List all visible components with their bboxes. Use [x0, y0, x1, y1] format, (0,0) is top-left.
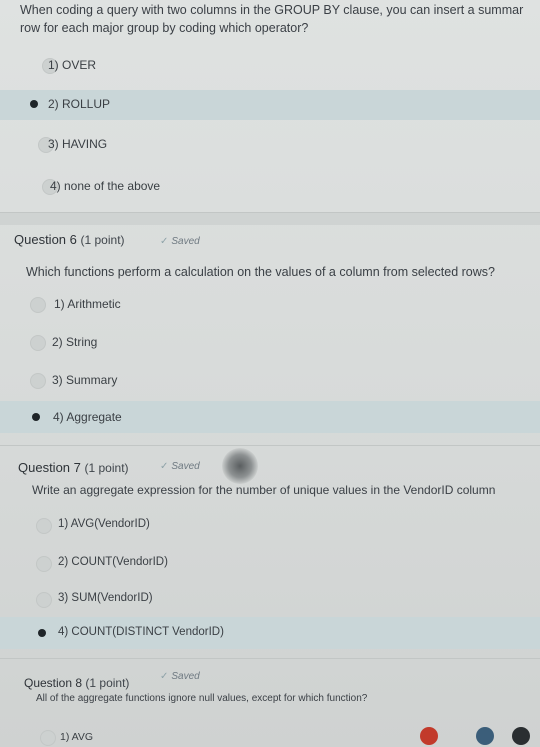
radio-unselected-icon[interactable] [36, 592, 52, 608]
q5-question-line1: When coding a query with two columns in … [20, 3, 524, 17]
option-label: 1) Arithmetic [54, 297, 121, 311]
radio-unselected-icon[interactable] [36, 556, 52, 572]
question-divider [0, 445, 540, 446]
q6-option-4[interactable]: 4) Aggregate [0, 401, 540, 433]
q7-option-4[interactable]: 4) COUNT(DISTINCT VendorID) [0, 617, 540, 649]
q7-points: (1 point) [84, 461, 129, 475]
q7-question: Write an aggregate expression for the nu… [32, 483, 496, 497]
option-label: 1) AVG [60, 731, 94, 743]
q6-option-3[interactable]: 3) Summary [0, 367, 540, 395]
option-label: 3) Summary [52, 373, 118, 387]
question-separator [0, 213, 540, 225]
q7-title: Question 7 [18, 460, 81, 475]
q8-saved-status: ✓ Saved [160, 671, 200, 682]
q7-option-2[interactable]: 2) COUNT(VendorID) [0, 550, 540, 578]
q8-question: All of the aggregate functions ignore nu… [36, 693, 368, 704]
option-label: 2) String [52, 335, 98, 349]
radio-unselected-icon[interactable] [30, 335, 46, 351]
option-label: 4) Aggregate [53, 410, 122, 424]
q7-option-1[interactable]: 1) AVG(VendorID) [0, 512, 540, 540]
system-tray [380, 725, 540, 747]
radio-unselected-icon[interactable] [36, 518, 52, 534]
checkmark-icon: ✓ [160, 671, 169, 682]
checkmark-icon: ✓ [160, 236, 169, 247]
q6-title: Question 6 [14, 232, 77, 247]
q6-points: (1 point) [80, 233, 125, 247]
q5-option-3[interactable]: 3) HAVING [0, 131, 540, 159]
q5-option-4[interactable]: 4) none of the above [0, 173, 540, 201]
app-icon[interactable] [512, 727, 530, 745]
q8-points: (1 point) [85, 676, 130, 690]
option-label: 2) ROLLUP [48, 97, 111, 111]
option-label: 1) OVER [48, 58, 97, 72]
radio-unselected-icon[interactable] [40, 730, 56, 746]
saved-label: Saved [171, 461, 200, 472]
q6-heading: Question 6 (1 point) [14, 232, 125, 247]
q6-option-2[interactable]: 2) String [0, 329, 540, 357]
app-icon[interactable] [476, 727, 494, 745]
q6-saved-status: ✓ Saved [160, 236, 200, 247]
q6-option-1[interactable]: 1) Arithmetic [0, 291, 540, 319]
radio-selected-icon[interactable] [32, 413, 40, 421]
option-label: 2) COUNT(VendorID) [58, 556, 168, 568]
option-label: 4) none of the above [50, 179, 161, 193]
q7-option-3[interactable]: 3) SUM(VendorID) [0, 586, 540, 614]
q8-heading: Question 8 (1 point) [24, 676, 129, 690]
app-icon[interactable] [420, 727, 438, 745]
option-label: 3) SUM(VendorID) [58, 592, 153, 604]
saved-label: Saved [171, 671, 200, 682]
option-label: 3) HAVING [48, 137, 108, 151]
q8-title: Question 8 [24, 676, 83, 690]
q5-question-line2: row for each major group by coding which… [20, 21, 309, 35]
radio-unselected-icon[interactable] [30, 297, 46, 313]
radio-unselected-icon[interactable] [30, 373, 46, 389]
radio-selected-icon[interactable] [30, 100, 38, 108]
checkmark-icon: ✓ [160, 461, 169, 472]
question-divider [0, 658, 540, 659]
q5-option-2[interactable]: 2) ROLLUP [0, 90, 540, 120]
saved-label: Saved [171, 236, 200, 247]
q5-option-1[interactable]: 1) OVER [0, 52, 540, 80]
q7-saved-status: ✓ Saved [160, 461, 200, 472]
q7-heading: Question 7 (1 point) [18, 460, 129, 475]
option-label: 4) COUNT(DISTINCT VendorID) [58, 626, 224, 638]
screen-smudge [222, 448, 258, 484]
q6-question: Which functions perform a calculation on… [26, 265, 495, 279]
quiz-page: When coding a query with two columns in … [0, 0, 540, 747]
option-label: 1) AVG(VendorID) [58, 518, 150, 530]
radio-selected-icon[interactable] [38, 629, 46, 637]
